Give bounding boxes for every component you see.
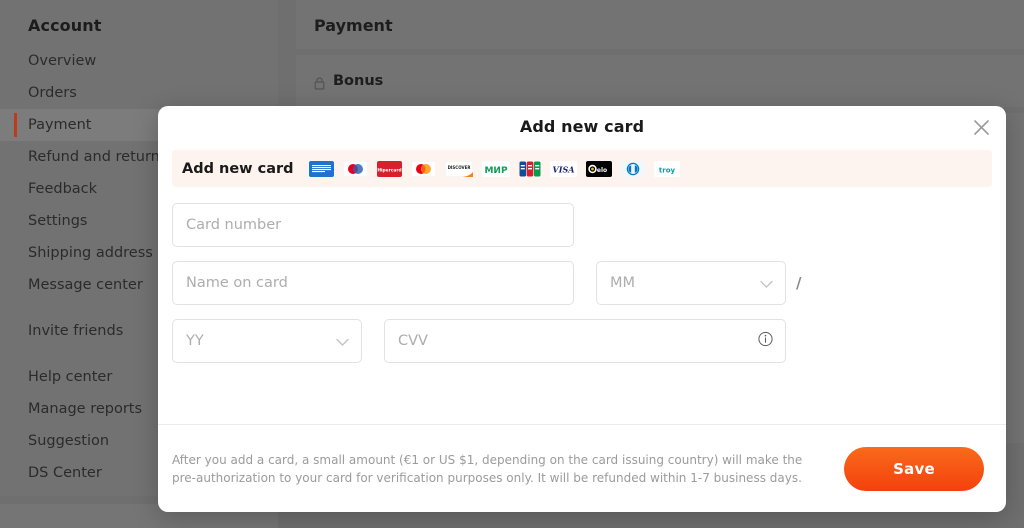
chevron-down-icon [760,274,773,293]
sidebar-item-label: Refund and return [28,149,160,165]
visa-icon: VISA [549,160,577,177]
modal-header: Add new card [158,106,1006,146]
sidebar-item-label: Manage reports [28,401,143,417]
svg-text:МИР: МИР [484,166,507,176]
brand-strip-label: Add new card [182,160,294,177]
accepted-card-brands-strip: Add new card Hipercard DISCOVER МИР VISA… [172,150,992,187]
mastercard-icon [410,160,436,177]
name-on-card-input[interactable]: Name on card [172,261,574,305]
save-button[interactable]: Save [844,446,984,491]
name-on-card-placeholder: Name on card [186,275,288,291]
maestro-icon [342,160,368,177]
bonus-row: Bonus [296,55,1024,107]
card-number-placeholder: Card number [186,217,282,233]
modal-title: Add new card [519,116,645,136]
sidebar-item-label: Settings [28,213,88,229]
expiry-month-placeholder: MM [610,275,636,291]
modal-footer: After you add a card, a small amount (€1… [158,424,1006,512]
lock-icon [314,75,325,90]
svg-text:VISA: VISA [552,164,574,174]
elo-icon: elo [585,160,612,177]
discover-icon: DISCOVER [444,160,473,177]
svg-text:Hipercard: Hipercard [377,167,401,173]
jcb-icon [519,161,541,177]
sidebar-item-label: Shipping address [28,245,153,261]
close-icon[interactable] [968,114,994,140]
add-new-card-modal: Add new card Add new card Hipercard DISC… [158,106,1006,512]
sidebar-item-label: DS Center [28,465,102,481]
card-number-input[interactable]: Card number [172,203,574,247]
sidebar-item-label: Feedback [28,181,98,197]
expiry-year-placeholder: YY [186,333,204,349]
page-title: Payment [314,16,393,35]
expiry-year-select[interactable]: YY [172,319,362,363]
expiry-month-select[interactable]: MM [596,261,786,305]
diners-club-icon [620,160,645,177]
sidebar-item-label: Suggestion [28,433,110,449]
sidebar-item-label: Message center [28,277,143,293]
chevron-down-icon [336,332,349,351]
hipercard-icon: Hipercard [376,160,402,177]
info-icon[interactable] [758,331,773,351]
sidebar-item-label: Invite friends [28,323,124,339]
sidebar-title: Account [28,16,102,35]
svg-text:elo: elo [596,167,606,174]
svg-text:troy: troy [658,166,675,174]
mir-icon: МИР [481,160,510,177]
sidebar-item-orders[interactable]: Orders [0,77,278,109]
sidebar-item-label: Help center [28,369,113,385]
card-form: Card number Name on card MM / YY CVV [158,187,1006,363]
sidebar-item-label: Payment [28,117,92,133]
cvv-input[interactable]: CVV [384,319,786,363]
expiry-separator: / [796,274,802,292]
pre-authorization-note: After you add a card, a small amount (€1… [172,452,803,485]
bonus-label: Bonus [333,73,384,89]
payment-header-card: Payment [296,0,1024,49]
troy-icon: troy [653,160,680,177]
sidebar-item-overview[interactable]: Overview [0,45,278,77]
sidebar-item-label: Orders [28,85,77,101]
sidebar-item-label: Overview [28,53,97,69]
cvv-placeholder: CVV [398,333,428,349]
bonus-section: Bonus [296,55,1024,107]
american-express-icon [308,160,334,177]
svg-text:DISCOVER: DISCOVER [447,165,470,170]
